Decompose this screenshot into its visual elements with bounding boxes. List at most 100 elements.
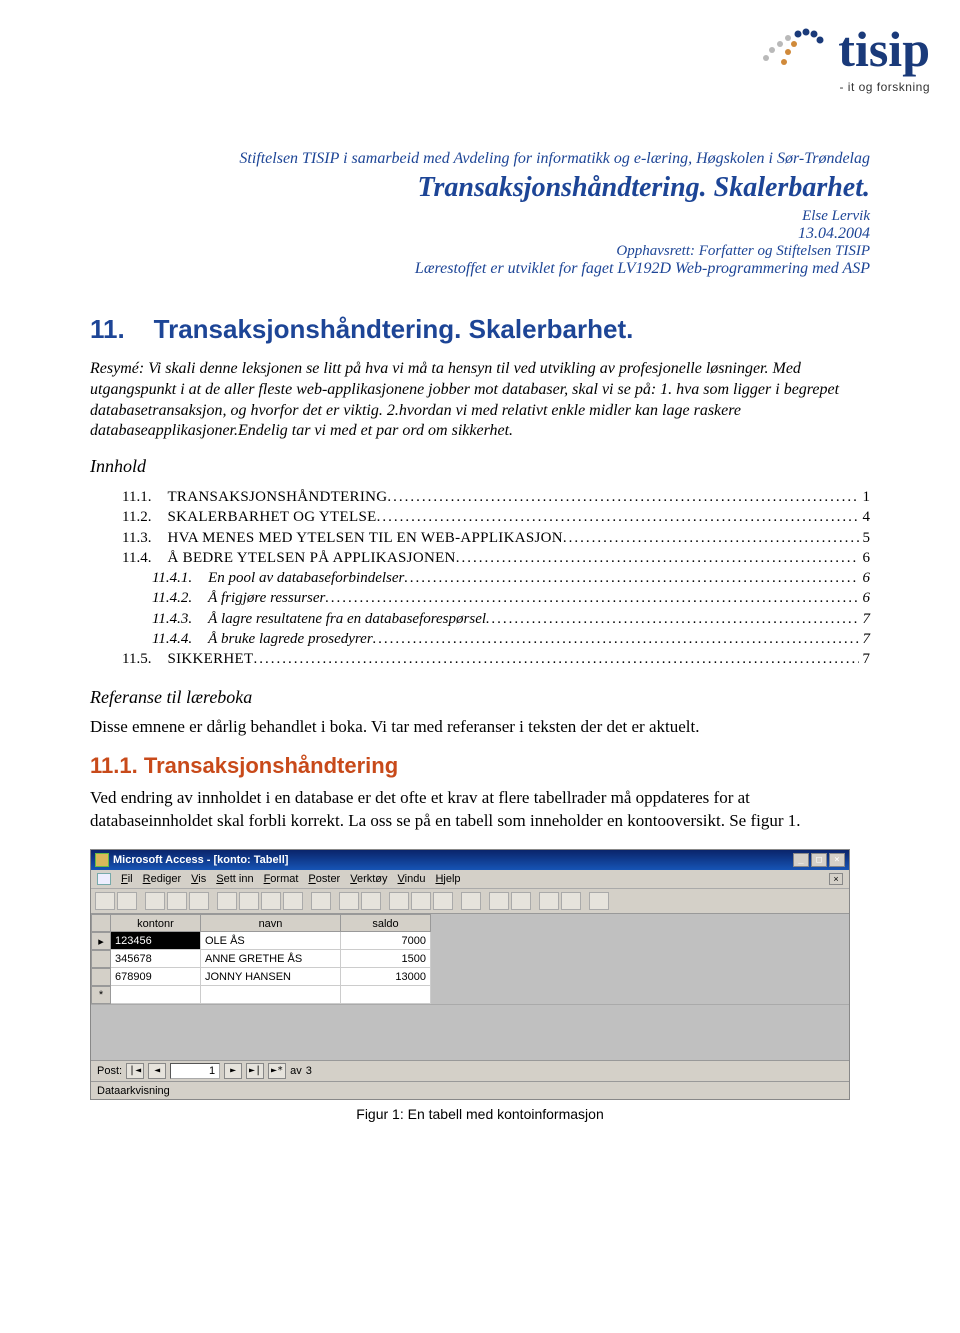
menu-bar: Fil Rediger Vis Sett inn Format Poster Verktøy… bbox=[91, 870, 849, 889]
table-row[interactable]: ▸123456OLE ÅS7000 bbox=[91, 932, 849, 950]
nav-prev-button[interactable]: ◄ bbox=[148, 1063, 166, 1079]
cell-saldo[interactable]: 13000 bbox=[341, 968, 431, 986]
menu-item[interactable]: Hjelp bbox=[435, 873, 460, 885]
toc-page: 6 bbox=[863, 568, 871, 588]
toolbar-copy-icon[interactable] bbox=[239, 892, 259, 910]
table-row[interactable]: 345678ANNE GRETHE ÅS1500 bbox=[91, 950, 849, 968]
nav-label: Post: bbox=[97, 1065, 122, 1077]
cell-kontonr[interactable]: 678909 bbox=[111, 968, 201, 986]
record-navigator: Post: |◄ ◄ 1 ► ►| ►* av 3 bbox=[91, 1060, 849, 1081]
toolbar-print-icon[interactable] bbox=[145, 892, 165, 910]
toc-leader bbox=[325, 588, 858, 608]
cell-saldo[interactable]: 1500 bbox=[341, 950, 431, 968]
nav-last-button[interactable]: ►| bbox=[246, 1063, 264, 1079]
reference-heading: Referanse til læreboka bbox=[90, 687, 870, 708]
course: Lærestoffet er utviklet for faget LV192D… bbox=[90, 260, 870, 278]
menu-item[interactable]: Rediger bbox=[143, 873, 182, 885]
affiliation: Stiftelsen TISIP i samarbeid med Avdelin… bbox=[90, 150, 870, 168]
cell-navn[interactable]: OLE ÅS bbox=[201, 932, 341, 950]
toolbar-new-rec-icon[interactable] bbox=[489, 892, 509, 910]
toc-number: 11.4. bbox=[122, 548, 151, 568]
row-selector[interactable] bbox=[91, 950, 111, 968]
toc-entry[interactable]: 11.5.SIKKERHET7 bbox=[90, 649, 870, 669]
toolbar-help-icon[interactable] bbox=[589, 892, 609, 910]
toc-entry[interactable]: 11.3.HVA MENES MED YTELSEN TIL EN WEB-AP… bbox=[90, 528, 870, 548]
toolbar-paste-icon[interactable] bbox=[261, 892, 281, 910]
title-bar: Microsoft Access - [konto: Tabell] _ □ × bbox=[91, 850, 849, 870]
toc-entry[interactable]: 11.1.TRANSAKSJONSHÅNDTERING1 bbox=[90, 487, 870, 507]
cell-kontonr[interactable]: 123456 bbox=[111, 932, 201, 950]
select-all-handle[interactable] bbox=[91, 914, 111, 932]
toolbar-filter-sel-icon[interactable] bbox=[389, 892, 409, 910]
column-header[interactable]: navn bbox=[201, 914, 341, 932]
toolbar-preview-icon[interactable] bbox=[167, 892, 187, 910]
logo-tagline: - it og forskning bbox=[758, 80, 930, 94]
toc-label: Å bruke lagrede prosedyrer bbox=[208, 629, 373, 649]
toolbar-view-icon[interactable] bbox=[95, 892, 115, 910]
toolbar-sort-asc-icon[interactable] bbox=[339, 892, 359, 910]
toolbar-find-icon[interactable] bbox=[461, 892, 481, 910]
toolbar-cut-icon[interactable] bbox=[217, 892, 237, 910]
toolbar-del-rec-icon[interactable] bbox=[511, 892, 531, 910]
toolbar-spell-icon[interactable] bbox=[189, 892, 209, 910]
toolbar-sort-desc-icon[interactable] bbox=[361, 892, 381, 910]
new-record-row[interactable]: * bbox=[91, 986, 849, 1004]
toolbar-filter-form-icon[interactable] bbox=[411, 892, 431, 910]
toc-label: Å frigjøre ressurser bbox=[208, 588, 325, 608]
row-selector[interactable] bbox=[91, 968, 111, 986]
toolbar-undo-icon[interactable] bbox=[311, 892, 331, 910]
subsection-heading: 11.1. Transaksjonshåndtering bbox=[90, 753, 870, 779]
status-bar: Dataarkvisning bbox=[91, 1081, 849, 1099]
toc-entry[interactable]: 11.4.4.Å bruke lagrede prosedyrer7 bbox=[90, 629, 870, 649]
column-header[interactable]: kontonr bbox=[111, 914, 201, 932]
menu-item[interactable]: Sett inn bbox=[216, 873, 253, 885]
cell-navn[interactable]: ANNE GRETHE ÅS bbox=[201, 950, 341, 968]
subsection-title: Transaksjonshåndtering bbox=[144, 753, 398, 778]
nav-next-button[interactable]: ► bbox=[224, 1063, 242, 1079]
toc-label: SKALERBARHET OG YTELSE bbox=[167, 507, 376, 527]
nav-of-label: av bbox=[290, 1065, 302, 1077]
maximize-button[interactable]: □ bbox=[811, 853, 827, 867]
menu-item[interactable]: Verktøy bbox=[350, 873, 387, 885]
toc-entry[interactable]: 11.4.3.Å lagre resultatene fra en databa… bbox=[90, 609, 870, 629]
toc-number: 11.5. bbox=[122, 649, 151, 669]
menu-item[interactable]: Vindu bbox=[398, 873, 426, 885]
nav-current-input[interactable]: 1 bbox=[170, 1063, 220, 1079]
nav-total: 3 bbox=[306, 1065, 312, 1077]
toolbar-apply-filter-icon[interactable] bbox=[433, 892, 453, 910]
close-button[interactable]: × bbox=[829, 853, 845, 867]
table-row[interactable]: 678909JONNY HANSEN13000 bbox=[91, 968, 849, 986]
toc-page: 1 bbox=[863, 487, 871, 507]
toc-entry[interactable]: 11.2.SKALERBARHET OG YTELSE4 bbox=[90, 507, 870, 527]
toc-number: 11.4.2. bbox=[152, 588, 192, 608]
cell-saldo[interactable]: 7000 bbox=[341, 932, 431, 950]
menu-item[interactable]: Fil bbox=[121, 873, 133, 885]
data-grid: kontonr navn saldo ▸123456OLE ÅS70003456… bbox=[91, 914, 849, 1060]
window-title: Microsoft Access - [konto: Tabell] bbox=[113, 854, 793, 866]
access-app-icon bbox=[95, 853, 109, 867]
toolbar-db-window-icon[interactable] bbox=[539, 892, 559, 910]
logo-dots-icon bbox=[758, 22, 828, 77]
column-header[interactable]: saldo bbox=[341, 914, 431, 932]
toc-number: 11.3. bbox=[122, 528, 151, 548]
row-selector[interactable]: ▸ bbox=[91, 932, 111, 950]
reference-text: Disse emnene er dårlig behandlet i boka.… bbox=[90, 716, 870, 739]
toolbar-new-obj-icon[interactable] bbox=[561, 892, 581, 910]
toolbar-save-icon[interactable] bbox=[117, 892, 137, 910]
toc-leader bbox=[373, 629, 859, 649]
toc-entry[interactable]: 11.4.Å BEDRE YTELSEN PÅ APPLIKASJONEN6 bbox=[90, 548, 870, 568]
close-doc-button[interactable]: × bbox=[829, 873, 843, 885]
menu-item[interactable]: Format bbox=[264, 873, 299, 885]
cell-kontonr[interactable]: 345678 bbox=[111, 950, 201, 968]
toc-entry[interactable]: 11.4.1.En pool av databaseforbindelser6 bbox=[90, 568, 870, 588]
cell-navn[interactable]: JONNY HANSEN bbox=[201, 968, 341, 986]
menu-item[interactable]: Vis bbox=[191, 873, 206, 885]
toc-entry[interactable]: 11.4.2.Å frigjøre ressurser6 bbox=[90, 588, 870, 608]
nav-first-button[interactable]: |◄ bbox=[126, 1063, 144, 1079]
nav-new-button[interactable]: ►* bbox=[268, 1063, 286, 1079]
minimize-button[interactable]: _ bbox=[793, 853, 809, 867]
menu-item[interactable]: Poster bbox=[308, 873, 340, 885]
toc-page: 6 bbox=[863, 548, 871, 568]
section-title: Transaksjonshåndtering. Skalerbarhet. bbox=[154, 314, 634, 344]
toolbar-format-icon[interactable] bbox=[283, 892, 303, 910]
